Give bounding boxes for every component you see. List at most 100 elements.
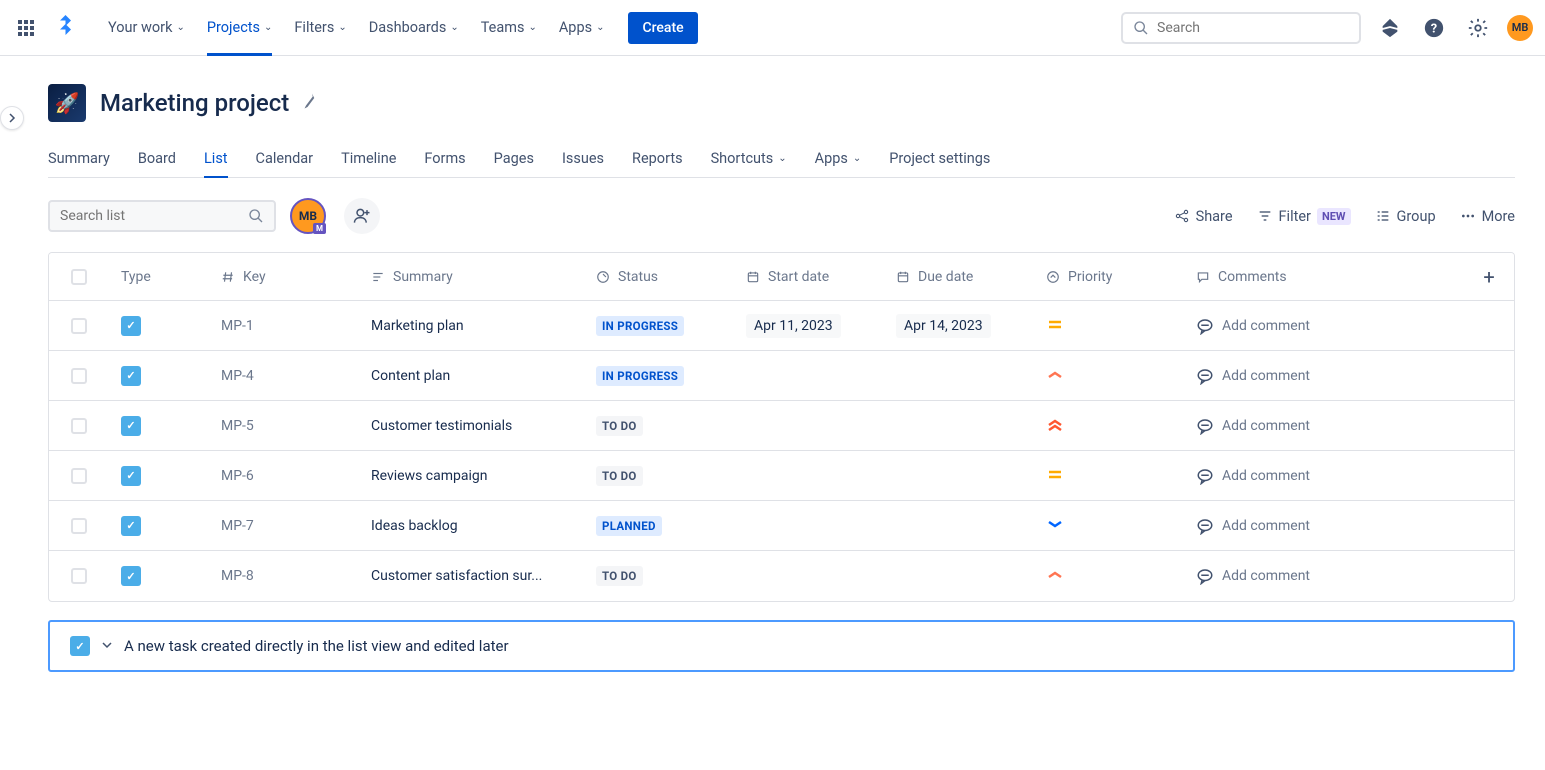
add-comment-button[interactable]: Add comment [1196, 417, 1310, 435]
global-search[interactable] [1121, 12, 1361, 44]
table-row[interactable]: ✓MP-6Reviews campaignTO DOAdd comment [49, 451, 1514, 501]
add-comment-button[interactable]: Add comment [1196, 517, 1310, 535]
add-comment-button[interactable]: Add comment [1196, 317, 1310, 335]
select-all-checkbox[interactable] [71, 269, 87, 285]
list-search[interactable] [48, 200, 276, 232]
column-summary[interactable]: Summary [359, 269, 584, 285]
task-type-icon[interactable]: ✓ [121, 566, 141, 586]
row-checkbox[interactable] [71, 518, 87, 534]
project-icon[interactable]: 🚀 [48, 84, 86, 122]
table-row[interactable]: ✓ MP-5 Customer testimonials TO DO Add comme… [49, 401, 1514, 451]
tab-shortcuts[interactable]: Shortcuts⌄ [711, 140, 787, 177]
status-badge[interactable]: TO DO [596, 466, 643, 486]
issue-summary[interactable]: Customer satisfaction sur... [371, 568, 542, 584]
priority-high-icon[interactable] [1046, 365, 1064, 387]
notifications-icon[interactable] [1375, 13, 1405, 43]
add-person-button[interactable] [344, 198, 380, 234]
tab-apps[interactable]: Apps⌄ [815, 140, 862, 177]
more-button[interactable]: More [1460, 208, 1515, 225]
sidebar-toggle-button[interactable] [0, 106, 24, 130]
table-row[interactable]: ✓ MP-1 Marketing plan IN PROGRESS Apr 11, 20… [49, 301, 1514, 351]
task-type-icon[interactable]: ✓ [121, 366, 141, 386]
tab-project-settings[interactable]: Project settings [889, 140, 990, 177]
task-type-icon[interactable]: ✓ [70, 636, 90, 656]
profile-avatar[interactable]: MB [1507, 15, 1533, 41]
nav-filters[interactable]: Filters⌄ [284, 11, 356, 44]
issue-summary[interactable]: Content plan [371, 368, 450, 384]
add-comment-button[interactable]: Add comment [1196, 567, 1310, 585]
issue-summary[interactable]: Ideas backlog [371, 518, 458, 534]
table-row[interactable]: ✓ MP-8 Customer satisfaction sur... TO DO Ad… [49, 551, 1514, 601]
nav-your-work[interactable]: Your work⌄ [98, 11, 195, 44]
row-checkbox[interactable] [71, 318, 87, 334]
priority-highest-icon[interactable] [1046, 415, 1064, 437]
table-row[interactable]: ✓ MP-7 Ideas backlog PLANNED Add comment [49, 501, 1514, 551]
nav-apps[interactable]: Apps⌄ [549, 11, 615, 44]
priority-low-icon[interactable] [1046, 515, 1064, 537]
issue-summary[interactable]: Customer testimonials [371, 418, 512, 434]
tab-list[interactable]: List [204, 140, 228, 177]
tab-timeline[interactable]: Timeline [341, 140, 396, 177]
row-checkbox[interactable] [71, 418, 87, 434]
status-badge[interactable]: TO DO [596, 416, 643, 436]
start-date[interactable]: Apr 11, 2023 [746, 314, 841, 338]
column-key[interactable]: Key [209, 269, 359, 285]
issue-key[interactable]: MP-6 [221, 468, 254, 484]
assignee-filter-avatar[interactable]: MB M [290, 198, 326, 234]
edit-project-icon[interactable] [303, 92, 321, 115]
issue-summary[interactable]: Marketing plan [371, 318, 464, 334]
column-type[interactable]: Type [109, 269, 209, 285]
jira-logo-icon[interactable] [54, 13, 78, 43]
new-task-input[interactable] [124, 637, 1493, 655]
tab-issues[interactable]: Issues [562, 140, 604, 177]
new-task-row[interactable]: ✓ [48, 620, 1515, 672]
column-status[interactable]: Status [584, 269, 734, 285]
priority-high-icon[interactable] [1046, 565, 1064, 587]
row-checkbox[interactable] [71, 568, 87, 584]
tab-forms[interactable]: Forms [424, 140, 465, 177]
group-button[interactable]: Group [1375, 208, 1436, 225]
nav-teams[interactable]: Teams⌄ [471, 11, 547, 44]
column-priority[interactable]: Priority [1034, 269, 1184, 285]
type-dropdown-icon[interactable] [102, 638, 112, 654]
app-switcher-icon[interactable] [12, 14, 40, 42]
nav-projects[interactable]: Projects⌄ [197, 11, 283, 44]
priority-medium-icon[interactable] [1046, 465, 1064, 487]
status-badge[interactable]: TO DO [596, 566, 643, 586]
status-badge[interactable]: IN PROGRESS [596, 316, 684, 336]
add-comment-button[interactable]: Add comment [1196, 467, 1310, 485]
tab-calendar[interactable]: Calendar [256, 140, 314, 177]
priority-medium-icon[interactable] [1046, 315, 1064, 337]
tab-summary[interactable]: Summary [48, 140, 110, 177]
status-badge[interactable]: IN PROGRESS [596, 366, 684, 386]
task-type-icon[interactable]: ✓ [121, 316, 141, 336]
help-icon[interactable]: ? [1419, 13, 1449, 43]
task-type-icon[interactable]: ✓ [121, 416, 141, 436]
column-due-date[interactable]: Due date [884, 269, 1034, 285]
table-row[interactable]: ✓ MP-4 Content plan IN PROGRESS Add comment [49, 351, 1514, 401]
row-checkbox[interactable] [71, 368, 87, 384]
issue-key[interactable]: MP-5 [221, 418, 254, 434]
share-button[interactable]: Share [1174, 208, 1233, 225]
filter-button[interactable]: Filter NEW [1257, 208, 1351, 225]
issue-key[interactable]: MP-1 [221, 318, 254, 334]
search-input[interactable] [1157, 20, 1349, 36]
row-checkbox[interactable] [71, 468, 87, 484]
issue-key[interactable]: MP-8 [221, 568, 254, 584]
due-date[interactable]: Apr 14, 2023 [896, 314, 991, 338]
tab-pages[interactable]: Pages [494, 140, 534, 177]
add-comment-button[interactable]: Add comment [1196, 367, 1310, 385]
column-start-date[interactable]: Start date [734, 269, 884, 285]
create-button[interactable]: Create [628, 12, 697, 44]
column-comments[interactable]: Comments [1184, 269, 1374, 285]
issue-key[interactable]: MP-7 [221, 518, 254, 534]
add-column-button[interactable]: + [1483, 265, 1494, 289]
issue-key[interactable]: MP-4 [221, 368, 254, 384]
tab-board[interactable]: Board [138, 140, 176, 177]
nav-dashboards[interactable]: Dashboards⌄ [359, 11, 469, 44]
status-badge[interactable]: PLANNED [596, 516, 662, 536]
settings-icon[interactable] [1463, 13, 1493, 43]
tab-reports[interactable]: Reports [632, 140, 683, 177]
list-search-input[interactable] [60, 208, 240, 224]
task-type-icon[interactable]: ✓ [121, 516, 141, 536]
